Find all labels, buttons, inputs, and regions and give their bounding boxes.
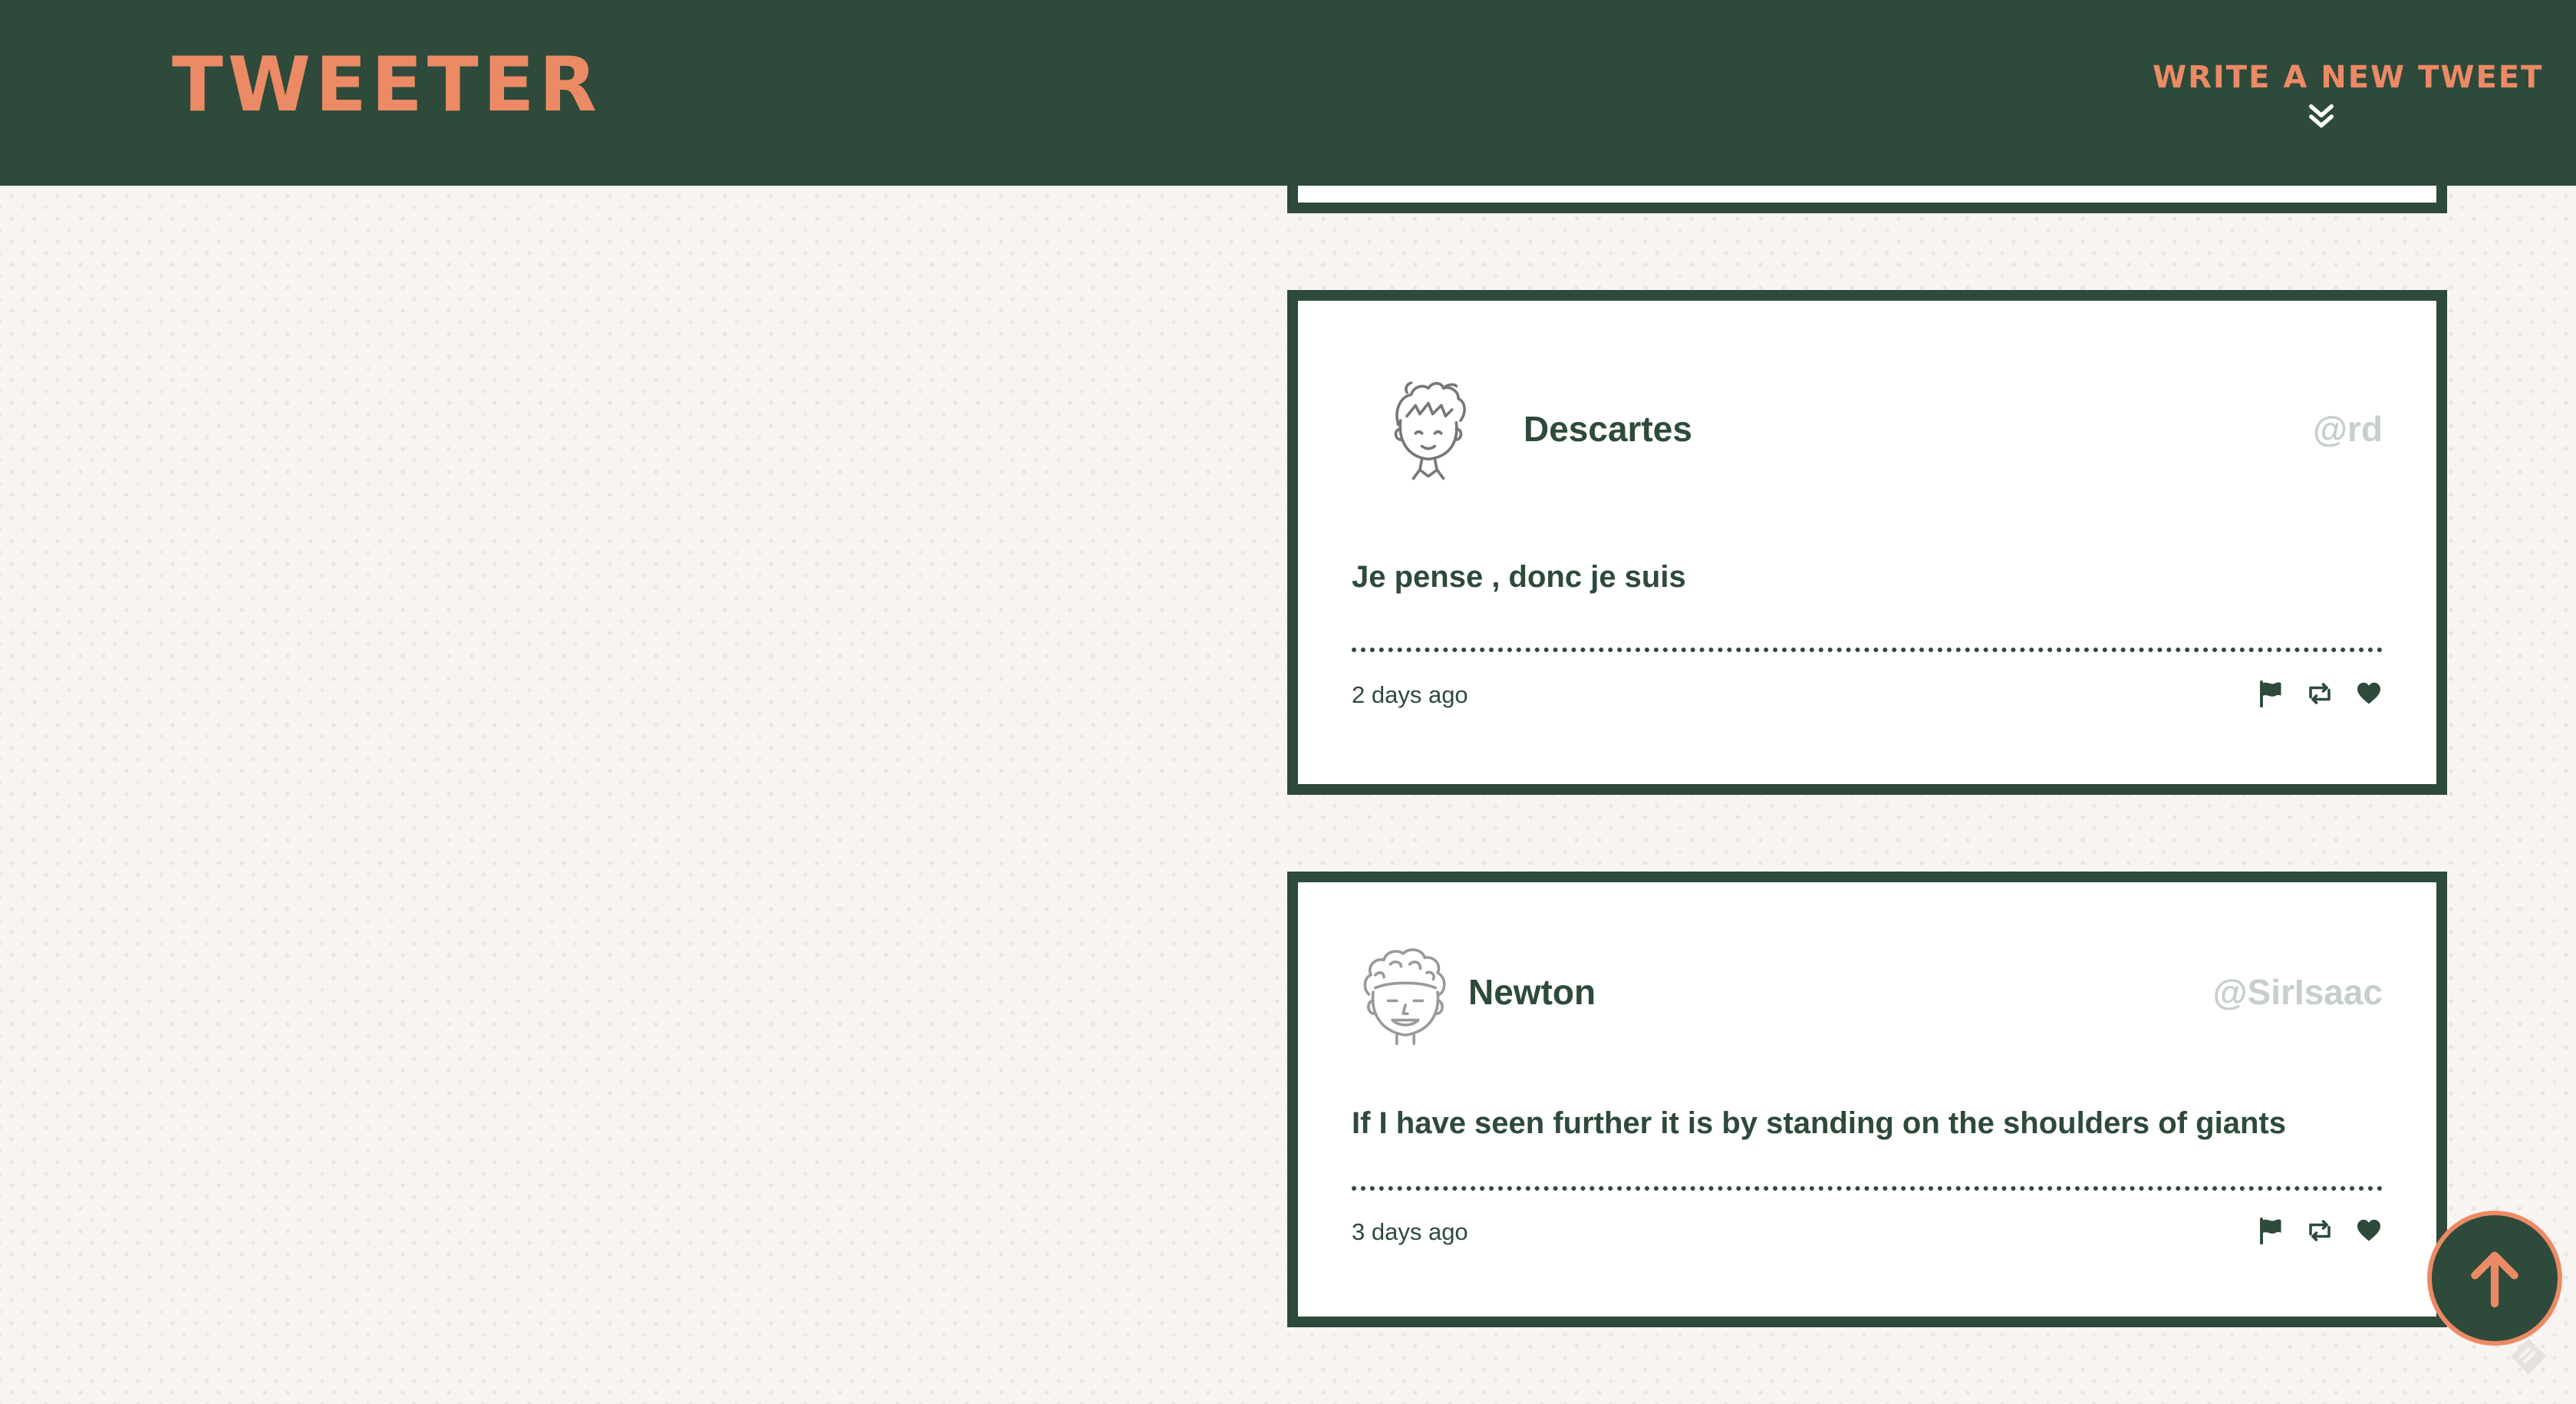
double-chevron-down-icon bbox=[2309, 104, 2334, 128]
tweet-content: If I have seen further it is by standing… bbox=[1352, 1106, 2286, 1140]
user-avatar bbox=[1394, 381, 1466, 480]
tweet-card: Descartes @rd Je pense , donc je suis 2 … bbox=[1287, 290, 2447, 795]
tweet-timestamp: 3 days ago bbox=[1352, 1218, 1468, 1245]
tweet-divider bbox=[1352, 648, 2383, 652]
tweet-header: Newton @SirIsaac bbox=[1352, 941, 2383, 1048]
write-new-tweet-label: WRITE A NEW TWEET bbox=[2153, 60, 2544, 95]
tweet-timestamp: 2 days ago bbox=[1352, 681, 1468, 708]
tweet-footer: 3 days ago bbox=[1352, 1214, 2383, 1251]
tweet-author-name: Descartes bbox=[1524, 409, 1692, 449]
tweet-header: Descartes @rd bbox=[1352, 377, 2383, 485]
arrow-up-icon bbox=[2471, 1251, 2518, 1308]
tweet-actions bbox=[2257, 680, 2383, 707]
heart-icon[interactable] bbox=[2355, 1217, 2383, 1244]
tweet-content: Je pense , donc je suis bbox=[1352, 560, 1686, 594]
flag-icon[interactable] bbox=[2257, 1217, 2284, 1244]
tweet-author-name: Newton bbox=[1468, 972, 1596, 1012]
tweet-footer: 2 days ago bbox=[1352, 677, 2383, 714]
retweet-icon[interactable] bbox=[2306, 1217, 2334, 1244]
flag-icon[interactable] bbox=[2257, 680, 2284, 707]
user-avatar bbox=[1363, 948, 1446, 1046]
scroll-to-top-button[interactable] bbox=[2427, 1211, 2562, 1346]
tweet-actions bbox=[2257, 1217, 2383, 1244]
brand-logo[interactable]: TWEETER bbox=[172, 48, 601, 123]
top-navbar: TWEETER WRITE A NEW TWEET bbox=[0, 0, 2576, 186]
write-new-tweet-button[interactable]: WRITE A NEW TWEET bbox=[2153, 60, 2544, 132]
tweet-card: Newton @SirIsaac If I have seen further … bbox=[1287, 872, 2447, 1327]
tweet-author-handle: @SirIsaac bbox=[2212, 972, 2383, 1012]
corner-badge-icon bbox=[2510, 1338, 2547, 1375]
heart-icon[interactable] bbox=[2355, 680, 2383, 707]
tweet-author-handle: @rd bbox=[2313, 409, 2383, 449]
retweet-icon[interactable] bbox=[2306, 680, 2334, 707]
tweet-divider bbox=[1352, 1186, 2383, 1191]
